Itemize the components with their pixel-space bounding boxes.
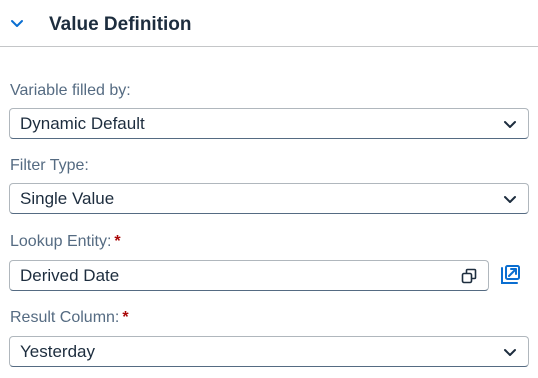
result-column-select[interactable]: Yesterday bbox=[9, 336, 529, 367]
result-column-label: Result Column: * bbox=[10, 308, 129, 328]
chevron-down-icon bbox=[11, 20, 23, 27]
filter-type-label: Filter Type: bbox=[10, 156, 89, 176]
section-title: Value Definition bbox=[49, 14, 192, 35]
variable-filled-by-label-text: Variable filled by: bbox=[10, 82, 131, 99]
section-header: Value Definition bbox=[0, 0, 538, 47]
variable-filled-by-label: Variable filled by: bbox=[10, 81, 131, 101]
value-definition-panel: Value Definition Variable filled by: Dyn… bbox=[0, 0, 538, 378]
required-indicator: * bbox=[122, 309, 129, 326]
required-indicator: * bbox=[114, 233, 121, 250]
lookup-entity-value: Derived Date bbox=[20, 266, 120, 285]
variable-filled-by-select[interactable]: Dynamic Default bbox=[9, 108, 529, 139]
chevron-down-icon bbox=[504, 349, 516, 356]
variable-filled-by-value: Dynamic Default bbox=[20, 114, 145, 133]
result-column-label-text: Result Column: bbox=[10, 309, 120, 326]
open-link-icon[interactable] bbox=[499, 264, 521, 286]
lookup-entity-label: Lookup Entity: * bbox=[10, 232, 121, 252]
collapse-button[interactable] bbox=[8, 15, 26, 33]
filter-type-select[interactable]: Single Value bbox=[9, 183, 529, 214]
value-help-icon[interactable] bbox=[460, 267, 478, 285]
chevron-down-icon bbox=[504, 196, 516, 203]
lookup-entity-label-text: Lookup Entity: bbox=[10, 233, 112, 250]
result-column-value: Yesterday bbox=[20, 342, 95, 361]
filter-type-value: Single Value bbox=[20, 189, 115, 208]
chevron-down-icon bbox=[504, 121, 516, 128]
lookup-entity-input[interactable]: Derived Date bbox=[9, 260, 489, 291]
filter-type-label-text: Filter Type: bbox=[10, 157, 89, 174]
